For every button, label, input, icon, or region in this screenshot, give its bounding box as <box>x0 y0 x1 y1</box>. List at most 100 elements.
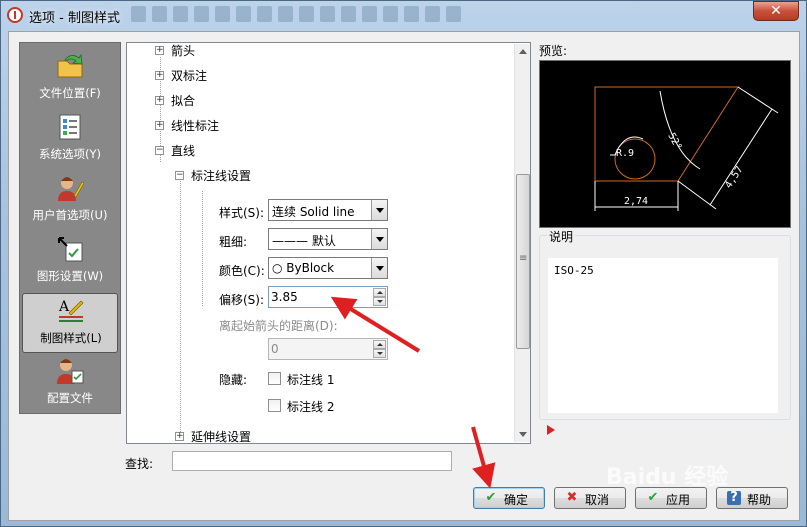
increment-icon[interactable] <box>373 288 386 297</box>
offset-stepper[interactable] <box>268 286 388 308</box>
app-icon <box>7 7 23 23</box>
preview-label: 预览: <box>539 44 568 58</box>
ok-button[interactable]: ✔ 确定 <box>473 487 545 509</box>
tree-scrollbar[interactable] <box>514 44 530 442</box>
checkmark-icon: ✔ <box>485 490 497 505</box>
chevron-down-icon[interactable] <box>371 258 387 278</box>
distance-stepper[interactable] <box>268 338 388 360</box>
description-text: ISO-25 <box>554 264 594 277</box>
nav-item-drafting-style[interactable]: A 制图样式(L) <box>22 293 118 353</box>
collapse-arrow-icon[interactable] <box>547 425 555 435</box>
tree-node-label: 延伸线设置 <box>191 430 252 444</box>
nav-label: 图形设置(W) <box>36 269 104 283</box>
offset-input[interactable] <box>271 289 369 305</box>
preview-width-text: 2,74 <box>624 196 648 207</box>
hide-dimension-line-1-checkbox[interactable] <box>268 372 281 385</box>
chevron-down-icon[interactable] <box>371 229 387 249</box>
nav-label: 文件位置(F) <box>39 86 101 100</box>
toolbar-icon <box>446 6 461 22</box>
help-label: 帮助 <box>747 493 772 507</box>
nav-item-system-options[interactable]: 系统选项(Y) <box>22 110 118 170</box>
preview-radius-text: R.9 <box>616 148 634 159</box>
increment-icon[interactable] <box>373 340 386 349</box>
tree-node-label: 直线 <box>171 144 196 158</box>
preview-angle-text: 52° <box>665 131 683 152</box>
expand-icon[interactable]: + <box>155 121 164 130</box>
collapse-icon[interactable]: − <box>155 146 164 155</box>
nav-label: 系统选项(Y) <box>39 147 101 161</box>
description-box: ISO-25 <box>548 258 778 413</box>
toolbar-icon <box>425 6 440 22</box>
help-button[interactable]: ? 帮助 <box>716 487 788 509</box>
tree-guide-line <box>180 178 181 438</box>
line-color-select[interactable]: ○ ByBlock <box>268 257 388 279</box>
help-icon: ? <box>727 491 741 505</box>
expand-icon[interactable]: + <box>175 432 184 441</box>
weight-label: 粗细: <box>219 235 248 249</box>
hide-dimension-line-2-checkbox[interactable] <box>268 399 281 412</box>
nav-item-file-locations[interactable]: 文件位置(F) <box>22 49 118 109</box>
style-label: 样式(S): <box>219 206 265 220</box>
nav-item-profiles[interactable]: 配置文件 <box>22 354 118 414</box>
toolbar-icon <box>194 6 209 22</box>
cancel-button[interactable]: ✖ 取消 <box>554 487 626 509</box>
toolbar-icon <box>152 6 167 22</box>
distance-input[interactable] <box>271 341 369 357</box>
description-title: 说明 <box>547 228 576 245</box>
cancel-label: 取消 <box>585 493 610 507</box>
decrement-icon[interactable] <box>373 297 386 306</box>
category-nav: 文件位置(F) 系统选项(Y) 用户首选项(U) 图形设置(W) A 制图样式(… <box>19 42 121 414</box>
expand-icon[interactable]: + <box>155 71 164 80</box>
preview-drawing: R.9 52° 2,74 4,57 <box>594 86 779 211</box>
scroll-up-icon[interactable] <box>515 44 531 60</box>
window-title: 选项 - 制图样式 <box>29 11 120 26</box>
chevron-down-icon[interactable] <box>371 200 387 220</box>
checklist-icon <box>59 114 81 140</box>
distance-label: 离起始箭头的距离(D): <box>219 319 338 333</box>
toolbar-icon <box>362 6 377 22</box>
user-profile-icon <box>57 359 84 384</box>
toolbar-icon <box>131 6 146 22</box>
settings-tree: + 箭头 + 双标注 + 拟合 + 线性标注 − 直线 − 标注线设置 样式(S… <box>126 42 531 444</box>
nav-label: 配置文件 <box>47 391 93 405</box>
hide-line2-label: 标注线 2 <box>287 400 335 414</box>
close-button[interactable]: ✕ <box>753 1 799 21</box>
toolbar-icon <box>278 6 293 22</box>
nav-label: 用户首选项(U) <box>32 208 108 222</box>
tree-guide-line <box>202 191 203 306</box>
apply-button[interactable]: ✔ 应用 <box>635 487 707 509</box>
line-style-value: 连续 Solid line <box>272 205 355 219</box>
tree-node-label: 拟合 <box>171 94 196 108</box>
folder-arrow-icon <box>57 53 83 78</box>
offset-label: 偏移(S): <box>219 293 265 307</box>
line-weight-select[interactable]: ——— 默认 <box>268 228 388 250</box>
nav-item-user-preferences[interactable]: 用户首选项(U) <box>22 171 118 231</box>
toolbar-icon <box>383 6 398 22</box>
nav-label: 制图样式(L) <box>40 331 102 345</box>
search-input[interactable] <box>172 451 452 471</box>
expand-icon[interactable]: + <box>155 96 164 105</box>
tree-node-label: 线性标注 <box>171 119 220 133</box>
hide-label: 隐藏: <box>219 373 248 387</box>
dialog-client: 文件位置(F) 系统选项(Y) 用户首选项(U) 图形设置(W) A 制图样式(… <box>8 31 800 521</box>
close-icon: ✕ <box>770 3 782 19</box>
description-group: 说明 ISO-25 <box>539 228 791 420</box>
tree-node-label: 箭头 <box>171 44 196 58</box>
title-bar[interactable]: 选项 - 制图样式 ✕ <box>1 1 806 31</box>
nav-item-graphics-settings[interactable]: 图形设置(W) <box>22 232 118 292</box>
line-style-select[interactable]: 连续 Solid line <box>268 199 388 221</box>
hide-line1-label: 标注线 1 <box>287 373 335 387</box>
line-color-value: ○ ByBlock <box>272 261 335 275</box>
expand-icon[interactable]: + <box>155 46 164 55</box>
background-toolbar <box>131 6 461 26</box>
cancel-icon: ✖ <box>566 490 578 505</box>
collapse-icon[interactable]: − <box>175 171 184 180</box>
toolbar-icon <box>404 6 419 22</box>
scroll-down-icon[interactable] <box>515 426 531 442</box>
line-weight-value: ——— 默认 <box>272 234 336 248</box>
tree-node-label: 标注线设置 <box>191 169 252 183</box>
user-pencil-icon <box>58 177 84 201</box>
decrement-icon[interactable] <box>373 349 386 358</box>
toolbar-icon <box>215 6 230 22</box>
scroll-thumb[interactable] <box>516 174 530 349</box>
